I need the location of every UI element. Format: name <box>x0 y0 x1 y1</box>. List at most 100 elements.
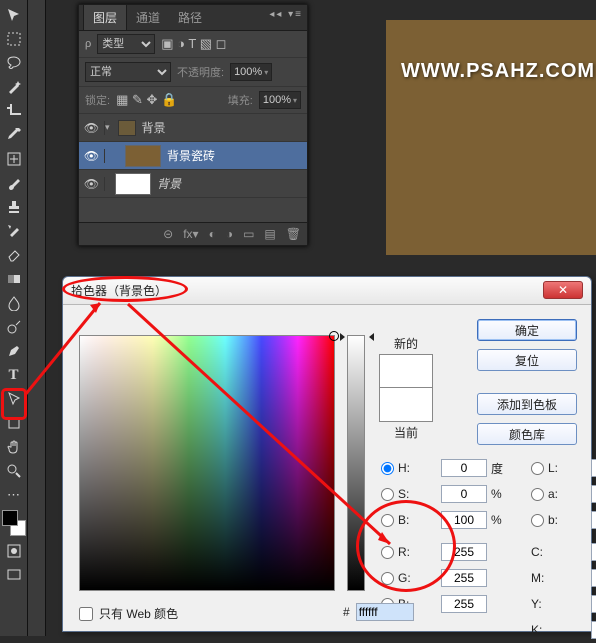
move-tool[interactable] <box>3 4 25 26</box>
color-libs-button[interactable]: 颜色库 <box>477 423 577 445</box>
s-field[interactable] <box>441 485 487 503</box>
l-radio[interactable]: L: <box>531 461 591 475</box>
new-layer-icon[interactable]: ▤ <box>264 227 275 241</box>
quickmask-tool[interactable] <box>3 540 25 562</box>
color-field[interactable] <box>79 335 335 591</box>
extras-1[interactable]: ⋯ <box>3 484 25 506</box>
opacity-field[interactable]: 100% <box>230 63 272 81</box>
bri-field[interactable] <box>441 511 487 529</box>
tab-paths[interactable]: 路径 <box>169 5 211 30</box>
type-tool[interactable]: T <box>3 364 25 386</box>
fg-color-swatch[interactable] <box>2 510 18 526</box>
dialog-buttons: 确定 复位 添加到色板 颜色库 <box>477 319 577 445</box>
web-only-check[interactable]: 只有 Web 颜色 <box>79 605 178 622</box>
y-label: Y: <box>531 597 591 611</box>
blur-tool[interactable] <box>3 292 25 314</box>
s-radio[interactable]: S: <box>381 487 441 501</box>
r-radio[interactable]: R: <box>381 545 441 559</box>
c-field[interactable] <box>591 543 596 561</box>
tab-channels[interactable]: 通道 <box>127 5 169 30</box>
zoom-tool[interactable] <box>3 460 25 482</box>
current-swatch[interactable] <box>379 388 433 422</box>
gradient-tool[interactable] <box>3 268 25 290</box>
l-field[interactable] <box>591 459 596 477</box>
fx-icon[interactable]: fx▾ <box>183 227 198 241</box>
layer-group[interactable]: 👁 ▾ 背景 <box>79 114 307 142</box>
path-select-tool[interactable] <box>3 388 25 410</box>
dodge-tool[interactable] <box>3 316 25 338</box>
canvas[interactable] <box>386 20 596 255</box>
k-field[interactable] <box>591 621 596 639</box>
color-cursor[interactable] <box>329 331 339 341</box>
bl-field[interactable] <box>441 595 487 613</box>
ruler-vertical <box>28 0 46 636</box>
color-preview: 新的 当前 <box>379 335 433 443</box>
m-field[interactable] <box>591 569 596 587</box>
trash-icon[interactable]: 🗑 <box>286 227 301 241</box>
screenmode-tool[interactable] <box>3 564 25 586</box>
h-field[interactable] <box>441 459 487 477</box>
lasso-tool[interactable] <box>3 52 25 74</box>
bb-radio[interactable]: b: <box>531 513 591 527</box>
adjust-icon[interactable]: ◑ <box>226 227 233 241</box>
new-label: 新的 <box>379 335 433 352</box>
link-layers-icon[interactable]: ⊝ <box>163 227 173 241</box>
panel-flyout-icon[interactable]: ◂◂ ▾≡ <box>269 9 303 20</box>
visibility-icon[interactable]: 👁 <box>79 177 105 191</box>
hand-tool[interactable] <box>3 436 25 458</box>
group-icon[interactable]: ▭ <box>243 227 254 241</box>
a-field[interactable] <box>591 485 596 503</box>
new-swatch <box>379 354 433 388</box>
close-button[interactable]: ✕ <box>543 281 583 299</box>
crop-tool[interactable] <box>3 100 25 122</box>
tab-layers[interactable]: 图层 <box>83 4 127 30</box>
visibility-icon[interactable]: 👁 <box>79 121 105 135</box>
g-radio[interactable]: G: <box>381 571 441 585</box>
layer-name: 背景 <box>157 175 181 192</box>
healing-tool[interactable] <box>3 148 25 170</box>
eraser-tool[interactable] <box>3 244 25 266</box>
pen-tool[interactable] <box>3 340 25 362</box>
c-label: C: <box>531 545 591 559</box>
dialog-titlebar[interactable]: 拾色器（背景色） ✕ <box>63 277 591 305</box>
web-only-checkbox[interactable] <box>79 607 93 621</box>
mask-icon[interactable]: ◐ <box>209 227 216 241</box>
dialog-title: 拾色器（背景色） <box>71 282 167 299</box>
wand-tool[interactable] <box>3 76 25 98</box>
color-swatches[interactable] <box>2 510 26 536</box>
lock-icons[interactable]: ▦ ✎ ✥ 🔒 <box>116 92 177 108</box>
ok-button[interactable]: 确定 <box>477 319 577 341</box>
hue-slider[interactable] <box>347 335 365 591</box>
layers-panel: 图层 通道 路径 ◂◂ ▾≡ ρ 类型 ▣ ◑ T ▧ ◻ 正常 不透明度: 1… <box>78 4 308 246</box>
add-swatch-button[interactable]: 添加到色板 <box>477 393 577 415</box>
current-label: 当前 <box>379 424 433 441</box>
stamp-tool[interactable] <box>3 196 25 218</box>
watermark-text: WWW.PSAHZ.COM <box>401 60 595 83</box>
g-field[interactable] <box>441 569 487 587</box>
kind-filter[interactable]: 类型 <box>97 34 155 54</box>
b-radio[interactable]: B: <box>381 513 441 527</box>
hex-field[interactable] <box>356 603 414 621</box>
collapse-icon[interactable]: ▾ <box>105 122 110 133</box>
color-picker-dialog: 拾色器（背景色） ✕ 新的 当前 确定 复位 添加到色板 颜色库 H:度 L: … <box>62 276 592 632</box>
fill-field[interactable]: 100% <box>259 91 301 109</box>
marquee-tool[interactable] <box>3 28 25 50</box>
a-radio[interactable]: a: <box>531 487 591 501</box>
layer-row[interactable]: 👁 背景瓷砖 <box>79 142 307 170</box>
panel-footer: ⊝ fx▾ ◐ ◑ ▭ ▤ 🗑 <box>79 222 307 245</box>
bb-field[interactable] <box>591 511 596 529</box>
filter-icons[interactable]: ▣ ◑ T ▧ ◻ <box>161 36 226 52</box>
color-fields: H:度 L: S:% a: B:% b: R: C:% G: M:% B: Y:… <box>381 455 596 617</box>
visibility-icon[interactable]: 👁 <box>79 149 105 163</box>
y-field[interactable] <box>591 595 596 613</box>
brush-tool[interactable] <box>3 172 25 194</box>
blend-mode[interactable]: 正常 <box>85 62 171 82</box>
layer-row[interactable]: 👁 背景 <box>79 170 307 198</box>
shape-tool[interactable] <box>3 412 25 434</box>
h-radio[interactable]: H: <box>381 461 441 475</box>
reset-button[interactable]: 复位 <box>477 349 577 371</box>
r-field[interactable] <box>441 543 487 561</box>
eyedropper-tool[interactable] <box>3 124 25 146</box>
history-brush-tool[interactable] <box>3 220 25 242</box>
hue-pointer[interactable] <box>342 333 372 339</box>
